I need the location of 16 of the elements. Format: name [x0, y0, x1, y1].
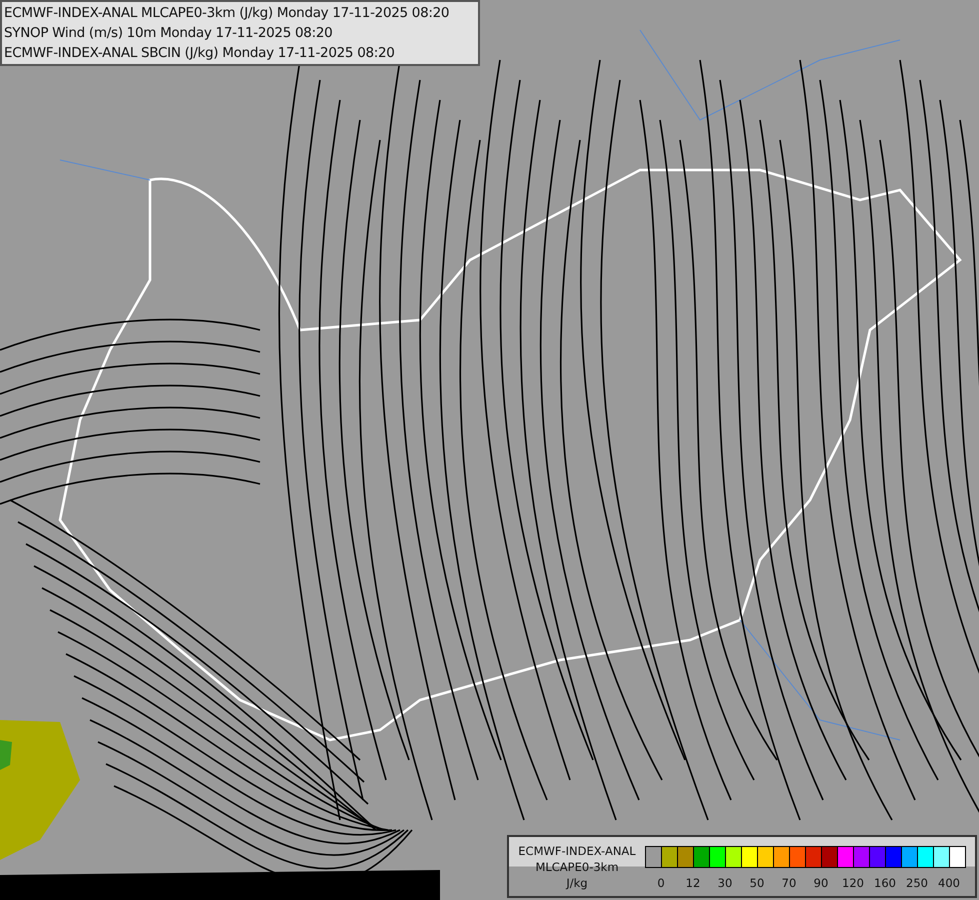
legend-tick-label: 12: [684, 876, 702, 890]
map-title-line: ECMWF-INDEX-ANAL MLCAPE0-3km (J/kg) Monday 17-11-2025 08:20: [4, 4, 450, 23]
legend-tick-label: 160: [873, 876, 897, 890]
map-title-line: ECMWF-INDEX-ANAL SBCIN (J/kg) Monday 17-11-2025 08:20: [4, 44, 396, 63]
legend-tick-label: 30: [716, 876, 734, 890]
legend-title: MLCAPE0-3km: [535, 859, 619, 875]
legend-tick-label: 400: [937, 876, 961, 890]
legend-tick-label: 120: [841, 876, 865, 890]
legend-tick-label: 250: [905, 876, 929, 890]
legend-tick-label: 70: [780, 876, 798, 890]
legend-tick-label: 90: [812, 876, 830, 890]
map-title-line: SYNOP Wind (m/s) 10m Monday 17-11-2025 08:20: [4, 24, 334, 43]
legend-tick-label: 0: [656, 876, 666, 890]
legend-title: J/kg: [566, 875, 588, 891]
legend-title: ECMWF-INDEX-ANAL: [518, 843, 636, 859]
legend-tick-label: 50: [748, 876, 766, 890]
